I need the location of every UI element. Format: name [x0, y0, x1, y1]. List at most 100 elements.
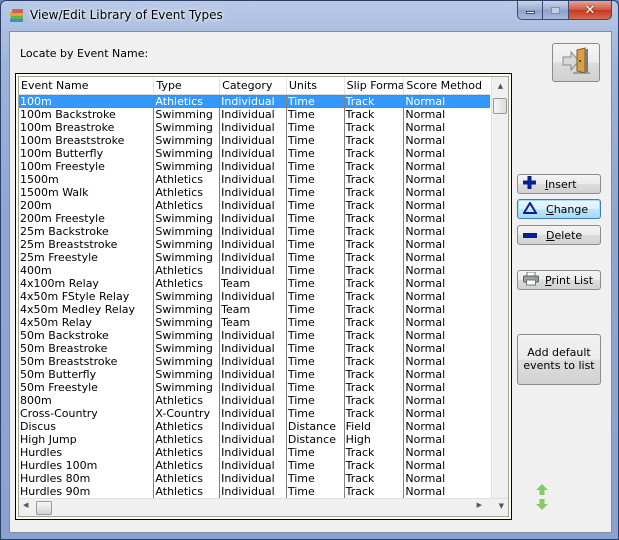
- table-row[interactable]: 100m Breaststroke Swimming Individual Time T…: [19, 134, 490, 147]
- title-bar[interactable]: View/Edit Library of Event Types ✕: [1, 1, 618, 31]
- table-row[interactable]: 100m Butterfly Swimming Individual Time Trac…: [19, 147, 490, 160]
- cell-event-name: 400m: [19, 264, 155, 277]
- cell-event-name: 4x100m Relay: [19, 277, 155, 290]
- close-button[interactable]: ✕: [569, 1, 612, 20]
- resize-up-down-arrows-icon[interactable]: [535, 484, 549, 510]
- table-row[interactable]: 4x50m Medley Relay Swimming Team Time Track N…: [19, 303, 490, 316]
- exit-button[interactable]: [552, 43, 600, 82]
- scroll-up-arrow-icon[interactable]: ▲: [492, 79, 508, 93]
- horizontal-scrollbar[interactable]: ◀ ▶ ▼: [19, 498, 508, 516]
- cell-slip-format: Track: [345, 134, 405, 147]
- table-row[interactable]: 25m Backstroke Swimming Individual Time Trac…: [19, 225, 490, 238]
- column-header-units[interactable]: Units: [287, 77, 345, 94]
- cell-units: Time: [287, 277, 345, 290]
- table-row[interactable]: 50m Butterfly Swimming Individual Time Track…: [19, 368, 490, 381]
- change-label: Change: [546, 202, 589, 216]
- cell-units: Time: [287, 316, 345, 329]
- table-row[interactable]: Discus Athletics Individual Distance Field No…: [19, 420, 490, 433]
- cell-score-method: Normal: [405, 394, 446, 407]
- cell-type: Athletics: [154, 277, 221, 290]
- cell-units: Time: [287, 238, 345, 251]
- insert-label: Insert: [545, 177, 577, 191]
- table-row[interactable]: 50m Breastroke Swimming Individual Time Trac…: [19, 342, 490, 355]
- cell-event-name: 4x50m Relay: [19, 316, 155, 329]
- column-header-event-name[interactable]: Event Name: [19, 77, 155, 94]
- cell-category: Individual: [220, 472, 287, 485]
- cell-type: Athletics: [154, 95, 221, 108]
- cell-score-method: Normal: [405, 134, 446, 147]
- table-row[interactable]: Hurdles 90m Athletics Individual Time Track N…: [19, 485, 490, 498]
- cell-slip-format: Track: [345, 407, 405, 420]
- cell-slip-format: Track: [345, 342, 405, 355]
- column-header-score-method[interactable]: Score Method: [404, 77, 490, 94]
- cell-slip-format: Track: [345, 238, 405, 251]
- table-row[interactable]: 1500m Walk Athletics Individual Time Track No…: [19, 186, 490, 199]
- vertical-scrollbar[interactable]: ▲: [491, 77, 508, 498]
- add-default-events-button[interactable]: Add default events to list: [517, 334, 601, 385]
- cell-type: Athletics: [154, 472, 221, 485]
- cell-category: Individual: [220, 459, 287, 472]
- cell-category: Individual: [220, 95, 287, 108]
- scroll-down-arrow-icon[interactable]: ▼: [499, 502, 504, 510]
- cell-event-name: Hurdles 80m: [19, 472, 155, 485]
- table-row[interactable]: Cross-Country X-Country Individual Time Trac…: [19, 407, 490, 420]
- change-button[interactable]: Change: [517, 199, 601, 219]
- cell-event-name: 100m: [19, 95, 155, 108]
- table-row[interactable]: 200m Athletics Individual Time Track Normal: [19, 199, 490, 212]
- cell-units: Time: [287, 459, 345, 472]
- cell-score-method: Normal: [405, 329, 446, 342]
- table-row[interactable]: 100m Backstroke Swimming Individual Time Tra…: [19, 108, 490, 121]
- table-row[interactable]: 50m Breaststroke Swimming Individual Time Tr…: [19, 355, 490, 368]
- table-row[interactable]: 50m Backstroke Swimming Individual Time Trac…: [19, 329, 490, 342]
- table-row[interactable]: 25m Breaststroke Swimming Individual Time Tr…: [19, 238, 490, 251]
- table-row[interactable]: 50m Freestyle Swimming Individual Time Track…: [19, 381, 490, 394]
- cell-event-name: 50m Backstroke: [19, 329, 155, 342]
- cell-type: Swimming: [154, 290, 221, 303]
- insert-button[interactable]: Insert: [517, 174, 601, 194]
- cell-category: Individual: [220, 381, 287, 394]
- minimize-button[interactable]: [517, 1, 543, 20]
- event-types-grid[interactable]: Event Name Type Category Units Slip Form…: [18, 76, 509, 517]
- cell-type: Swimming: [154, 303, 221, 316]
- cell-score-method: Normal: [405, 342, 446, 355]
- maximize-button[interactable]: [543, 1, 569, 20]
- cell-units: Time: [287, 446, 345, 459]
- table-row[interactable]: Hurdles Athletics Individual Time Track Norma…: [19, 446, 490, 459]
- cell-type: Swimming: [154, 225, 221, 238]
- table-row[interactable]: High Jump Athletics Individual Distance High…: [19, 433, 490, 446]
- cell-slip-format: Track: [345, 251, 405, 264]
- table-row[interactable]: Hurdles 100m Athletics Individual Time Track…: [19, 459, 490, 472]
- table-row[interactable]: 200m Freestyle Swimming Individual Time Trac…: [19, 212, 490, 225]
- column-header-type[interactable]: Type: [154, 77, 221, 94]
- close-icon: ✕: [584, 2, 596, 18]
- horizontal-scroll-thumb[interactable]: [36, 501, 52, 515]
- cell-event-name: Cross-Country: [19, 407, 155, 420]
- vertical-scroll-thumb[interactable]: [493, 98, 507, 114]
- table-row[interactable]: 1500m Athletics Individual Time Track Normal: [19, 173, 490, 186]
- table-row[interactable]: 800m Athletics Individual Time Track Normal: [19, 394, 490, 407]
- table-row[interactable]: 4x50m FStyle Relay Swimming Individual Time…: [19, 290, 490, 303]
- column-header-category[interactable]: Category: [220, 77, 287, 94]
- cell-type: Swimming: [154, 342, 221, 355]
- table-row[interactable]: 4x50m Relay Swimming Team Time Track Normal: [19, 316, 490, 329]
- column-header-slip-format[interactable]: Slip Format: [345, 77, 405, 94]
- cell-score-method: Normal: [405, 407, 446, 420]
- table-row[interactable]: 400m Athletics Individual Time Track Normal: [19, 264, 490, 277]
- table-row[interactable]: 100m Freestyle Swimming Individual Time Trac…: [19, 160, 490, 173]
- scroll-right-arrow-icon[interactable]: ▶: [477, 501, 482, 509]
- table-row[interactable]: 25m Freestyle Swimming Individual Time Track…: [19, 251, 490, 264]
- scroll-left-arrow-icon[interactable]: ◀: [23, 501, 28, 509]
- table-row[interactable]: 100m Breastroke Swimming Individual Time Tra…: [19, 121, 490, 134]
- cell-units: Time: [287, 303, 345, 316]
- table-row[interactable]: 4x100m Relay Athletics Team Time Track Normal: [19, 277, 490, 290]
- table-row[interactable]: Hurdles 80m Athletics Individual Time Track N…: [19, 472, 490, 485]
- cell-event-name: 25m Breaststroke: [19, 238, 155, 251]
- print-list-button[interactable]: Print List: [517, 270, 601, 290]
- cell-type: Athletics: [154, 186, 221, 199]
- delete-button[interactable]: Delete: [517, 225, 601, 245]
- table-row[interactable]: 100m Athletics Individual Time Track Normal: [19, 95, 490, 108]
- cell-score-method: Normal: [405, 108, 446, 121]
- cell-type: Swimming: [154, 212, 221, 225]
- cell-slip-format: Track: [345, 303, 405, 316]
- event-types-grid-frame: Event Name Type Category Units Slip Form…: [15, 73, 512, 520]
